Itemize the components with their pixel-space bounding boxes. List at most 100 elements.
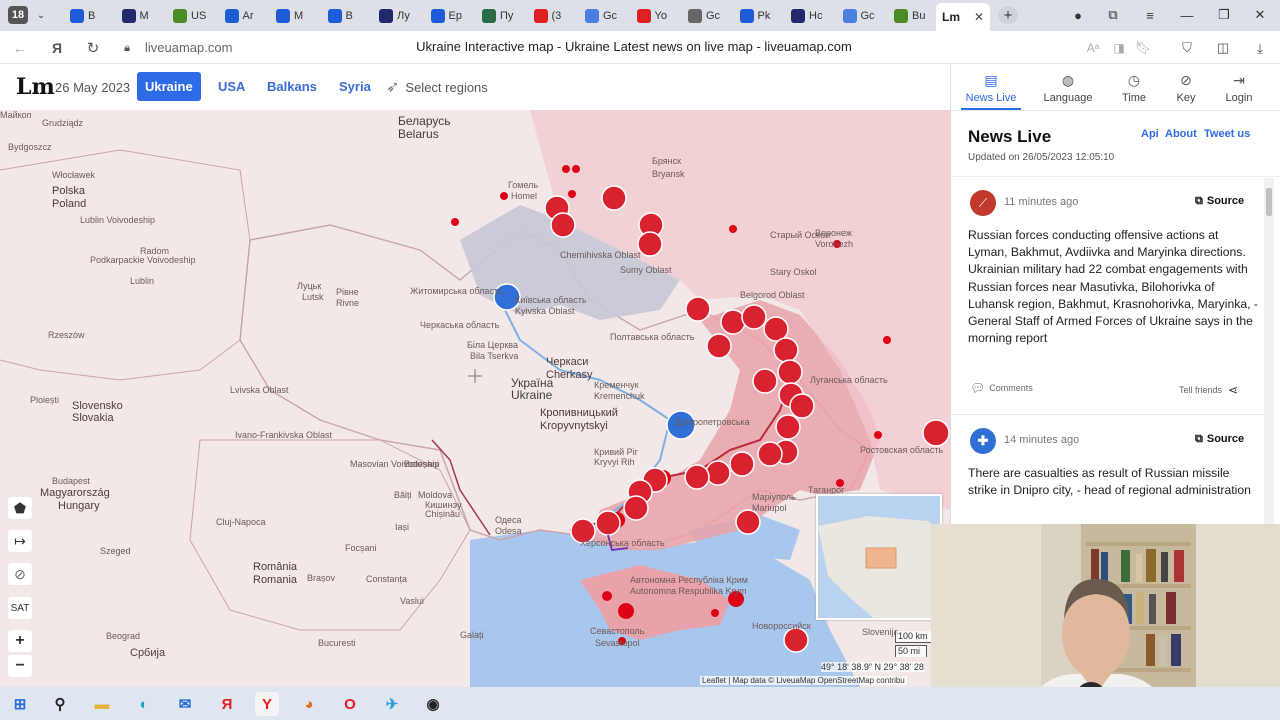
scrollbar-thumb[interactable]: [1266, 188, 1272, 216]
news-item[interactable]: ⟋ 11 minutes ago ⧉ Source Russian forces…: [951, 178, 1267, 414]
tab-close-icon[interactable]: ✕: [974, 10, 984, 24]
tweet-us-link[interactable]: Tweet us: [1204, 128, 1250, 140]
browser-tab[interactable]: Пу: [476, 4, 526, 27]
minimap-canvas: [818, 516, 940, 618]
zoom-in-button[interactable]: +: [8, 630, 32, 652]
measure-button[interactable]: ↦: [8, 530, 32, 552]
window-close-icon[interactable]: ✕: [1250, 6, 1270, 24]
tab-news-live[interactable]: ▤ News Live: [961, 70, 1021, 110]
site-logo[interactable]: Lm: [16, 74, 55, 100]
map-label: Гомель: [508, 180, 539, 190]
map-label: Podkarpackie Voivodeship: [90, 255, 196, 265]
browser-tab[interactable]: В: [64, 4, 114, 27]
zoom-out-button[interactable]: −: [8, 655, 32, 677]
map-label: Polska: [52, 185, 86, 197]
tab-count-badge[interactable]: 18: [8, 6, 28, 24]
satellite-toggle[interactable]: SAT: [8, 597, 32, 619]
browser-tab[interactable]: Hc: [785, 4, 835, 27]
tab-key[interactable]: ⊘ Key: [1156, 70, 1216, 104]
tab-time[interactable]: ◷ Time: [1104, 70, 1164, 104]
minimize-icon[interactable]: —: [1177, 6, 1197, 24]
tab-language[interactable]: ◍ Language: [1038, 70, 1098, 104]
minimap[interactable]: [816, 494, 942, 620]
folder-icon[interactable]: ▬: [90, 692, 114, 716]
collections-icon[interactable]: ⧉: [1103, 6, 1123, 24]
region-balkans[interactable]: Balkans: [259, 72, 325, 101]
yandex-icon[interactable]: Я: [47, 38, 67, 58]
comments-button[interactable]: 💬︎ Comments: [970, 381, 1033, 395]
hide-layer-button[interactable]: ⊘: [8, 563, 32, 585]
reader-icon[interactable]: ◨: [1109, 38, 1129, 58]
browser-tab[interactable]: Pk: [734, 4, 784, 27]
globe-icon: ◍: [1061, 72, 1075, 88]
back-icon[interactable]: ←: [10, 38, 30, 58]
tab-login[interactable]: ⇥ Login: [1209, 70, 1269, 104]
browser-tab[interactable]: Yo: [631, 4, 681, 27]
browser-tab[interactable]: Ер: [425, 4, 475, 27]
opera-icon[interactable]: O: [338, 692, 362, 716]
tab-favicon-icon: [224, 8, 239, 23]
browser-tab[interactable]: Лу: [373, 4, 423, 27]
windows-icon[interactable]: ⊞: [8, 692, 32, 716]
news-item[interactable]: ✚ 14 minutes ago ⧉ Source There are casu…: [951, 416, 1267, 526]
reload-icon[interactable]: ↻: [83, 38, 103, 58]
tab-favicon-icon: [791, 8, 805, 23]
restore-icon[interactable]: ❐: [1214, 6, 1234, 24]
obs-icon[interactable]: ◉: [421, 692, 445, 716]
browser-tab[interactable]: (3: [528, 4, 578, 27]
news-time: 11 minutes ago: [1004, 196, 1079, 208]
region-ukraine[interactable]: Ukraine: [137, 72, 201, 101]
browser-tab[interactable]: В: [322, 4, 372, 27]
yandex-browser-icon[interactable]: Y: [255, 692, 279, 716]
translate-icon[interactable]: Aᵃ: [1083, 38, 1103, 58]
extensions-icon[interactable]: ◫: [1213, 38, 1233, 58]
current-date[interactable]: 26 May 2023: [55, 80, 130, 95]
map-label: Sevastopol: [595, 638, 640, 648]
firefox-icon[interactable]: ◕: [297, 692, 321, 716]
select-regions-button[interactable]: ➶ Select regions: [386, 77, 488, 97]
yandex-icon[interactable]: Я: [215, 692, 239, 716]
interactive-map[interactable]: Bydgoszcz Grudziądz Włocławek Polska Poland R…: [0, 110, 950, 687]
new-tab-button[interactable]: +: [998, 6, 1018, 24]
source-link[interactable]: ⧉ Source: [1195, 195, 1244, 208]
browser-tab[interactable]: Gc: [579, 4, 629, 27]
browser-tab[interactable]: Ar: [219, 4, 269, 27]
region-usa[interactable]: USA: [210, 72, 253, 101]
source-link[interactable]: ⧉ Source: [1195, 433, 1244, 446]
api-link[interactable]: Api: [1141, 128, 1159, 140]
shield-icon[interactable]: ⛉: [1177, 38, 1197, 58]
url-text[interactable]: liveuamap.com: [145, 40, 232, 55]
browser-tab[interactable]: М: [116, 4, 166, 27]
region-syria[interactable]: Syria: [331, 72, 379, 101]
tab-active-liveuamap[interactable]: Lm ✕: [936, 3, 990, 31]
map-canvas[interactable]: [0, 110, 950, 687]
bookmark-icon[interactable]: 🔖︎: [1133, 38, 1153, 58]
browser-tab[interactable]: Gc: [837, 4, 887, 27]
telegram-icon[interactable]: ✈: [380, 692, 404, 716]
mail-icon[interactable]: ✉: [173, 692, 197, 716]
browser-tab[interactable]: Gc: [682, 4, 732, 27]
tab-list-chevron-icon[interactable]: ⌄: [32, 6, 50, 24]
tab-favicon-icon: [533, 8, 548, 23]
map-label: Kropyvnytskyi: [540, 420, 608, 432]
tab-label: В: [88, 9, 96, 22]
draw-polygon-button[interactable]: ⬟: [8, 497, 32, 519]
map-label: Slovensko: [72, 400, 123, 412]
browser-tab[interactable]: US: [167, 4, 217, 27]
map-label: Ukraine: [511, 388, 553, 402]
tab-label: US: [191, 9, 207, 22]
menu-icon[interactable]: ≡: [1140, 6, 1160, 24]
map-label: Kremenchuk: [594, 391, 645, 401]
download-icon[interactable]: ⤓: [1250, 38, 1270, 58]
edge-icon[interactable]: ◐: [132, 692, 156, 716]
browser-tab[interactable]: Bu: [888, 4, 938, 27]
browser-tab[interactable]: М: [270, 4, 320, 27]
about-link[interactable]: About: [1165, 128, 1197, 140]
page-title: Ukraine Interactive map - Ukraine Latest…: [416, 39, 852, 54]
profile-icon[interactable]: ●: [1068, 6, 1088, 24]
map-label: Кропивницький: [540, 407, 618, 419]
map-label: Bryansk: [652, 169, 685, 179]
map-label: Кременчук: [594, 380, 639, 390]
search-icon[interactable]: ⚲: [48, 692, 72, 716]
tell-friends-button[interactable]: Tell friends ⋖: [1179, 383, 1238, 397]
